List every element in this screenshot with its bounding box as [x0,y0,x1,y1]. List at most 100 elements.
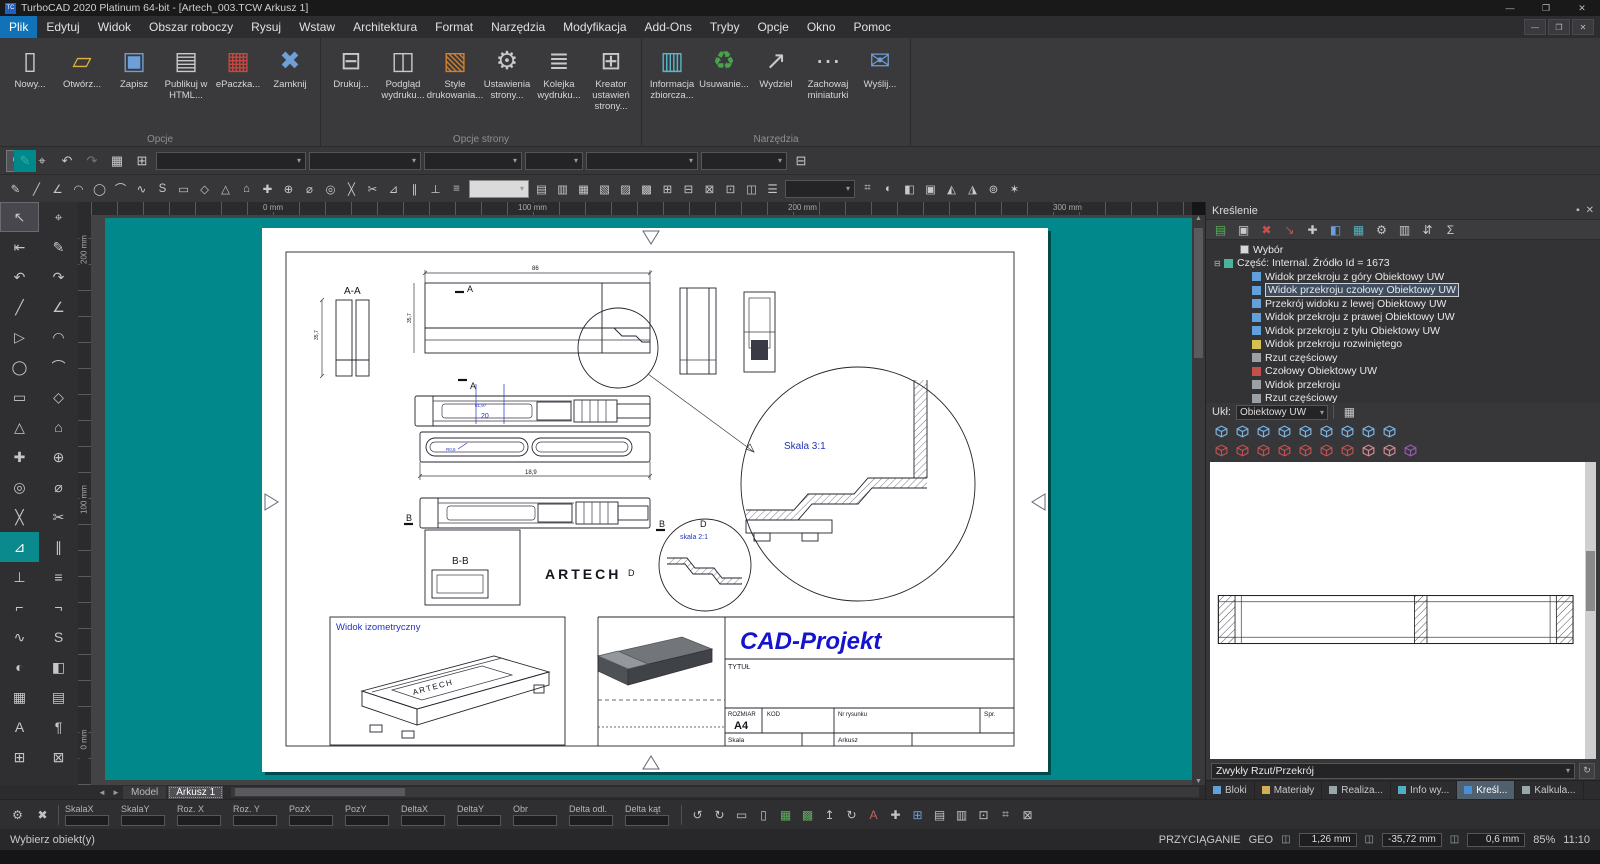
drawing-tool-icon[interactable]: ⊟ [679,179,698,198]
ribbon-button[interactable]: ⚙ Ustawienia strony... [481,42,533,101]
ribbon-button[interactable]: ↗ Wydziel [750,42,802,90]
ribbon-button[interactable]: ⊞ Kreator ustawień strony... [585,42,637,112]
ribbon-button[interactable]: ✖ Zamknij [264,42,316,90]
drawing-tool-icon[interactable]: ⊡ [721,179,740,198]
coordinate-field-input[interactable] [457,814,501,826]
coord-tool-icon[interactable]: ↻ [842,805,861,824]
drawing-canvas[interactable]: A-A 35,7 A A 86 35,7 61,97 20 R0,5 18,9 … [91,215,1192,785]
canvas-horizontal-scrollbar[interactable] [231,787,1199,797]
palette-tool-icon[interactable]: ⌖ [39,202,78,232]
tree-item[interactable]: Wybór [1206,243,1600,257]
tree-item[interactable]: Czołowy Obiektowy UW [1206,364,1600,378]
line-width-box[interactable]: 0,6 mm [1467,832,1526,847]
ribbon-button[interactable]: ⋯ Zachowaj miniaturki [802,42,854,101]
undo-icon[interactable]: ↶ [56,150,78,172]
menu-item[interactable]: Pomoc [845,16,900,38]
tree-item[interactable]: Widok przekroju z tyłu Obiektowy UW [1206,324,1600,338]
panel-close-icon[interactable]: ✕ [1586,205,1594,216]
pen-tool-icon[interactable]: ✎ [14,150,36,172]
menu-item[interactable]: Add-Ons [636,16,701,38]
ribbon-button[interactable]: ▱ Otwórz... [56,42,108,90]
coord-clear-icon[interactable]: ✖ [33,805,52,824]
drawing-tool-icon[interactable]: ▧ [595,179,614,198]
palette-tool-icon[interactable]: ⊿ [0,532,39,562]
coord-tool-icon[interactable]: ⊞ [908,805,927,824]
preview-scrollbar[interactable] [1585,461,1596,760]
view-cube-icon[interactable] [1361,425,1376,438]
tree-item[interactable]: Rzut częściowy [1206,391,1600,403]
menu-item[interactable]: Tryby [701,16,749,38]
drawing-tool-icon[interactable]: ◭ [942,179,961,198]
menu-item[interactable]: Narzędzia [482,16,554,38]
menu-item[interactable]: Opcje [748,16,797,38]
snap-mode-label[interactable]: PRZYCIĄGANIE [1159,834,1241,846]
coordinate-field-input[interactable] [177,814,221,826]
scrollbar-thumb[interactable] [235,788,406,796]
view-cube-icon[interactable] [1298,425,1313,438]
ribbon-button[interactable]: ▣ Zapisz [108,42,160,90]
coord-tool-icon[interactable]: ↥ [820,805,839,824]
tree-item[interactable]: Przekrój widoku z lewej Obiektowy UW [1206,297,1600,311]
coordinate-field-input[interactable] [569,814,613,826]
panel-tool-icon[interactable]: ✖ [1256,221,1277,239]
drawing-tool-icon[interactable]: S [153,179,172,198]
panel-tool-icon[interactable]: ▤ [1210,221,1231,239]
section-cube-icon[interactable] [1235,444,1250,457]
coordinate-field-input[interactable] [121,814,165,826]
drawing-tool-icon[interactable]: ▥ [553,179,572,198]
palette-tool-icon[interactable]: ↖ [0,202,39,232]
tree-item[interactable]: Widok przekroju rozwiniętego [1206,337,1600,351]
palette-tool-icon[interactable]: ▤ [39,682,78,712]
view-cube-icon[interactable] [1340,425,1355,438]
menu-item[interactable]: Okno [798,16,845,38]
coord-tool-icon[interactable]: ▥ [952,805,971,824]
ribbon-button[interactable]: ◫ Podgląd wydruku... [377,42,429,101]
section-cube-icon[interactable] [1361,444,1376,457]
snap-distance-box[interactable]: 1,26 mm [1298,832,1357,847]
canvas-vertical-scrollbar[interactable]: ▲ ▼ [1192,215,1205,785]
coordinate-field-input[interactable] [289,814,333,826]
panel-tool-icon[interactable]: ▦ [1348,221,1369,239]
tree-expander-icon[interactable]: ⊟ [1214,259,1224,268]
palette-tool-icon[interactable]: ✎ [39,232,78,262]
coord-settings-icon[interactable]: ⚙ [8,805,27,824]
minimize-button[interactable]: — [1492,0,1528,16]
panel-tool-icon[interactable]: ✚ [1302,221,1323,239]
view-cube-icon[interactable] [1277,425,1292,438]
drawing-tool-icon[interactable]: ≡ [447,179,466,198]
refresh-button[interactable]: ↻ [1579,762,1595,779]
panel-tab[interactable]: Bloki [1206,781,1255,800]
ribbon-button[interactable]: ▥ Informacja zbiorcza... [646,42,698,101]
tree-item[interactable]: Rzut częściowy [1206,351,1600,365]
coord-tool-icon[interactable]: ⊠ [1018,805,1037,824]
pattern-dropdown[interactable]: ▾ [701,151,787,170]
panel-tool-icon[interactable]: ↘ [1279,221,1300,239]
view-cube-icon[interactable] [1319,425,1334,438]
redo-icon[interactable]: ↷ [81,150,103,172]
drawing-tool-icon[interactable]: ▤ [532,179,551,198]
drawing-tool-icon[interactable]: ╱ [27,179,46,198]
drawing-tool-icon[interactable]: ◫ [742,179,761,198]
drawing-tool-icon[interactable]: ⊞ [658,179,677,198]
palette-tool-icon[interactable]: ⇤ [0,232,39,262]
palette-tool-icon[interactable]: ◧ [39,652,78,682]
ribbon-button[interactable]: ✉ Wyślij... [854,42,906,90]
palette-tool-icon[interactable]: ▭ [0,382,39,412]
menu-item[interactable]: Wstaw [290,16,344,38]
tree-item[interactable]: Widok przekroju [1206,378,1600,392]
menu-item[interactable]: Format [426,16,482,38]
section-cube-icon[interactable] [1256,444,1271,457]
palette-tool-icon[interactable]: ▦ [0,682,39,712]
ribbon-button[interactable]: ▯ Nowy... [4,42,56,90]
section-cube-icon[interactable] [1277,444,1292,457]
palette-tool-icon[interactable]: ⊕ [39,442,78,472]
palette-tool-icon[interactable]: ∥ [39,532,78,562]
palette-tool-icon[interactable]: ✚ [0,442,39,472]
tree-item[interactable]: ⊟ Część: Internal. Źródło Id = 1673 [1206,256,1600,270]
tab-scroll-left-icon[interactable]: ◄ [95,788,109,797]
palette-tool-icon[interactable]: ◠ [39,322,78,352]
palette-tool-icon[interactable]: ⌀ [39,472,78,502]
mdi-restore-button[interactable]: ❐ [1548,19,1570,35]
pin-icon[interactable]: ▪ [1576,205,1580,216]
panel-tab[interactable]: Kreśl... [1457,781,1516,800]
